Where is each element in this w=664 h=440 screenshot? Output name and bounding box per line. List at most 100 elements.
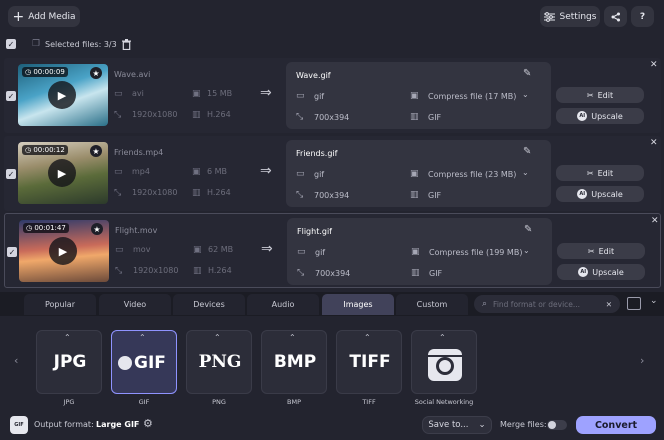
edit-button[interactable]: ✂ Edit	[556, 165, 644, 181]
video-thumbnail[interactable]: ◷ 00:01:47 ★ ▶	[19, 220, 109, 282]
codec-icon: ▥	[410, 190, 419, 200]
trash-icon[interactable]	[122, 39, 131, 50]
video-thumbnail[interactable]: ◷ 00:00:12 ★ ▶	[18, 142, 108, 204]
output-file-name[interactable]: Wave.gif	[296, 71, 331, 80]
edit-button[interactable]: ✂ Edit	[556, 87, 644, 103]
output-settings-box[interactable]: Friends.gif ✎ ▭ gif ▣ Compress file (23 …	[286, 140, 551, 207]
source-container: mov	[133, 245, 151, 254]
file-checkbox[interactable]: ✓	[7, 247, 17, 257]
compress-dropdown[interactable]: Compress file (23 MB)	[428, 170, 516, 179]
settings-label: Settings	[559, 11, 597, 22]
play-icon[interactable]: ▶	[48, 81, 76, 109]
gif-format-icon: GIF	[10, 416, 28, 434]
source-size: 62 MB	[208, 245, 234, 254]
edit-label: Edit	[597, 168, 614, 178]
play-icon[interactable]: ▶	[48, 159, 76, 187]
source-size: 15 MB	[207, 89, 233, 98]
file-checkbox[interactable]: ✓	[6, 91, 16, 101]
output-file-name[interactable]: Flight.gif	[297, 227, 332, 236]
star-icon[interactable]: ★	[90, 145, 102, 157]
share-button[interactable]	[604, 6, 627, 27]
format-tile-jpg[interactable]: ⌃ JPG	[36, 330, 102, 394]
output-format: gif	[314, 170, 325, 179]
file-checkbox[interactable]: ✓	[6, 169, 16, 179]
format-label: BMP	[287, 398, 301, 406]
format-tile-social-networking[interactable]: ⌃	[411, 330, 477, 394]
pencil-icon[interactable]: ✎	[524, 224, 532, 235]
clear-search-icon[interactable]: ✕	[606, 300, 612, 309]
output-settings-box[interactable]: Flight.gif ✎ ▭ gif ▣ Compress file (199 …	[287, 218, 552, 285]
convert-button[interactable]: Convert	[576, 416, 656, 434]
tab-custom[interactable]: Custom	[396, 294, 468, 315]
output-format-value[interactable]: Large GIF	[96, 420, 139, 429]
file-row[interactable]: ✓ ◷ 00:01:47 ★ ▶ Flight.mov ▭ mov ▣ 62 M…	[4, 213, 661, 288]
compress-dropdown[interactable]: Compress file (199 MB)	[429, 248, 522, 257]
format-label: JPG	[63, 398, 75, 406]
format-tile-gif[interactable]: ⌃ GIF	[111, 330, 177, 394]
add-media-label: Add Media	[28, 11, 76, 22]
ai-icon: AI	[577, 111, 588, 121]
output-settings-box[interactable]: Wave.gif ✎ ▭ gif ▣ Compress file (17 MB)…	[286, 62, 551, 129]
format-search-box[interactable]: ⌕ Find format or device... ✕	[474, 295, 620, 313]
tab-audio[interactable]: Audio	[247, 294, 319, 315]
collapse-chevron-icon[interactable]: ⌄	[650, 296, 658, 306]
pencil-icon[interactable]: ✎	[523, 146, 531, 157]
format-tile-tiff[interactable]: ⌃ TIFF	[336, 330, 402, 394]
chevron-down-icon[interactable]: ⌄	[522, 168, 529, 177]
output-settings-gear-icon[interactable]: ⚙	[143, 417, 153, 430]
source-file-name: Flight.mov	[115, 226, 158, 235]
scroll-left-icon[interactable]: ‹	[14, 354, 18, 367]
chevron-down-icon[interactable]: ⌄	[523, 246, 530, 255]
source-resolution: 1920x1080	[132, 188, 178, 197]
edit-button[interactable]: ✂ Edit	[557, 243, 645, 259]
file-row[interactable]: ✓ ◷ 00:00:09 ★ ▶ Wave.avi ▭ avi ▣ 15 MB …	[4, 58, 661, 133]
chevron-up-icon[interactable]: ⌃	[364, 333, 371, 342]
format-tile-bmp[interactable]: ⌃ BMP	[261, 330, 327, 394]
scroll-right-icon[interactable]: ›	[640, 354, 644, 367]
add-media-button[interactable]: + Add Media	[8, 6, 80, 27]
scissors-icon: ✂	[586, 90, 594, 100]
save-to-dropdown[interactable]: Save to... ⌄	[422, 416, 492, 434]
remove-file-icon[interactable]: ✕	[650, 138, 658, 148]
chevron-up-icon[interactable]: ⌃	[214, 333, 221, 342]
chevron-up-icon[interactable]: ⌃	[439, 333, 446, 342]
merge-files-toggle[interactable]	[547, 420, 567, 430]
compress-icon: ▣	[410, 91, 419, 101]
chevron-up-icon[interactable]: ⌃	[64, 333, 71, 342]
tab-images[interactable]: Images	[322, 294, 394, 315]
tab-devices[interactable]: Devices	[173, 294, 245, 315]
ai-icon: AI	[577, 189, 588, 199]
chevron-up-icon[interactable]: ⌃	[289, 333, 296, 342]
upscale-button[interactable]: AI Upscale	[556, 108, 644, 124]
resolution-icon: ⤡	[114, 110, 122, 120]
play-icon[interactable]: ▶	[49, 237, 77, 265]
remove-file-icon[interactable]: ✕	[650, 60, 658, 70]
compress-icon: ▣	[411, 247, 420, 257]
help-button[interactable]: ?	[631, 6, 654, 27]
select-all-checkbox[interactable]: ✓	[6, 39, 16, 49]
file-row[interactable]: ✓ ◷ 00:00:12 ★ ▶ Friends.mp4 ▭ mp4 ▣ 6 M…	[4, 136, 661, 211]
source-size: 6 MB	[207, 167, 228, 176]
compress-dropdown[interactable]: Compress file (17 MB)	[428, 92, 516, 101]
chevron-down-icon[interactable]: ⌄	[522, 90, 529, 99]
star-icon[interactable]: ★	[91, 223, 103, 235]
remove-file-icon[interactable]: ✕	[651, 216, 659, 226]
upscale-button[interactable]: AI Upscale	[556, 186, 644, 202]
tab-popular[interactable]: Popular	[24, 294, 96, 315]
settings-button[interactable]: Settings	[540, 6, 600, 27]
container-icon: ▭	[114, 89, 123, 99]
device-detect-icon[interactable]	[627, 297, 641, 310]
star-icon[interactable]: ★	[90, 67, 102, 79]
chevron-up-icon[interactable]: ⌃	[139, 333, 146, 342]
tab-video[interactable]: Video	[99, 294, 171, 315]
video-thumbnail[interactable]: ◷ 00:00:09 ★ ▶	[18, 64, 108, 126]
output-format: gif	[315, 248, 326, 257]
filesize-icon: ▣	[192, 89, 201, 99]
resolution-icon: ⤡	[114, 188, 122, 198]
format-tile-png[interactable]: ⌃ PNG	[186, 330, 252, 394]
output-file-name[interactable]: Friends.gif	[296, 149, 337, 158]
upscale-button[interactable]: AI Upscale	[557, 264, 645, 280]
pencil-icon[interactable]: ✎	[523, 68, 531, 79]
source-codec: H.264	[208, 266, 232, 275]
source-resolution: 1920x1080	[133, 266, 179, 275]
